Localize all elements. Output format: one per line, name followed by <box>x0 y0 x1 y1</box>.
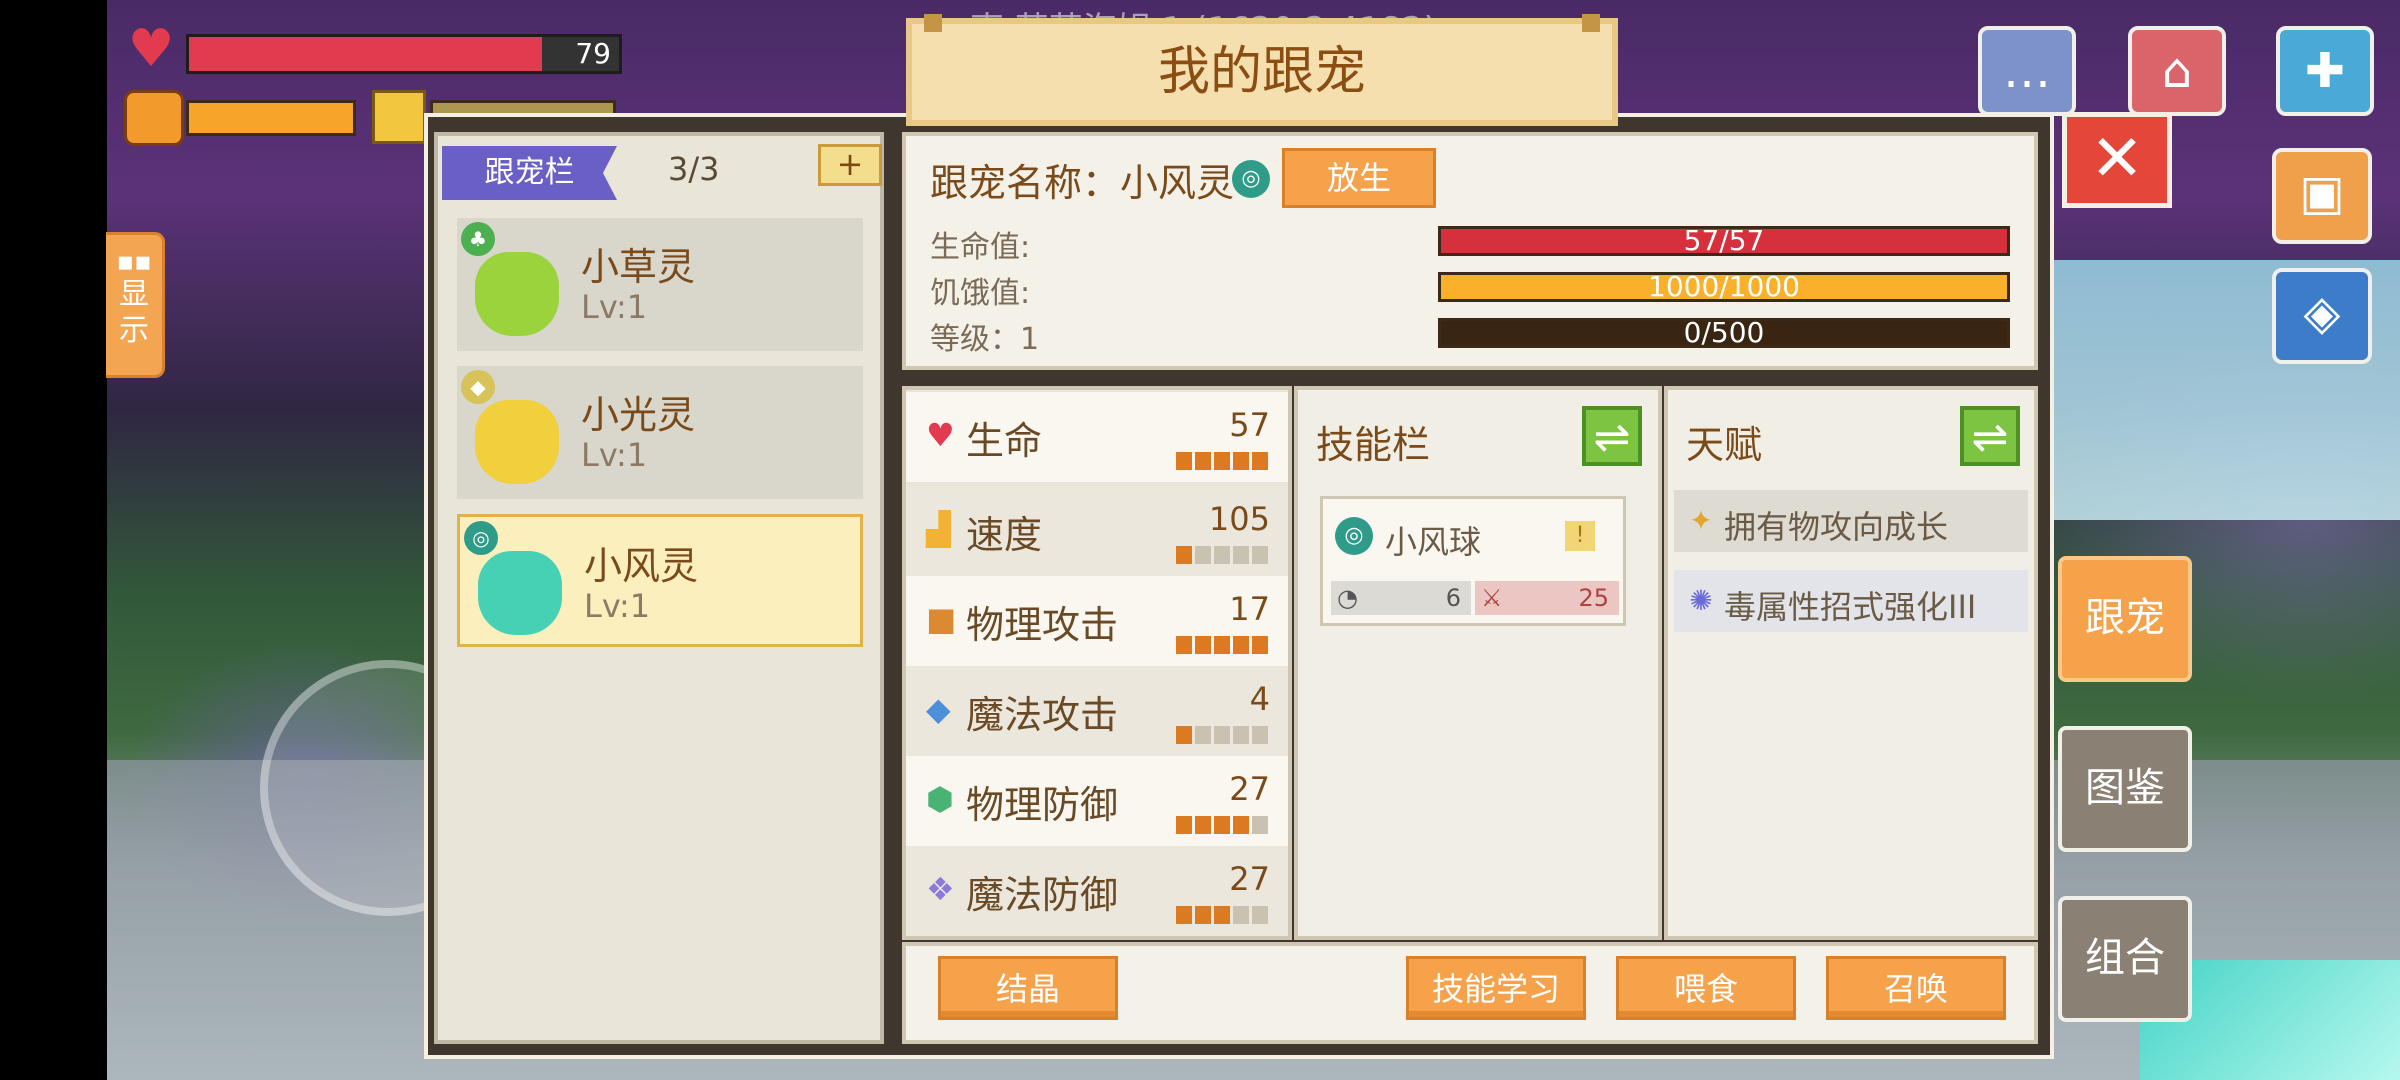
stat-row: ▟ 速度 105 <box>906 486 1288 576</box>
stat-row: ■ 物理攻击 17 <box>906 576 1288 666</box>
stat-pips <box>1176 816 1268 834</box>
pet-count: 3/3 <box>668 150 720 188</box>
chat-icon[interactable]: … <box>1978 26 2076 116</box>
talent-item[interactable]: ✦ 拥有物攻向成长 <box>1674 490 2028 552</box>
stat-row: ◆ 魔法攻击 4 <box>906 666 1288 756</box>
level-label: 等级：1 <box>930 322 1040 357</box>
wind-element-icon: ◎ <box>464 521 498 555</box>
heart-icon: ♥ <box>127 19 175 79</box>
pet-card-wind-selected[interactable]: ◎ 小风灵 Lv:1 <box>457 514 863 647</box>
close-button[interactable]: ✕ <box>2062 112 2172 208</box>
pet-name-label: 跟宠名称：小风灵 <box>930 161 1235 205</box>
pet-sprite <box>475 252 559 336</box>
shield-icon: ⬢ <box>926 780 954 818</box>
leaf-element-icon: ♣ <box>461 222 495 256</box>
hunger-bar <box>186 100 356 136</box>
wind-skill-icon: ◎ <box>1335 517 1373 555</box>
crystal-button[interactable]: 结晶 <box>938 956 1118 1020</box>
talent-item[interactable]: ✺ 毒属性招式强化III <box>1674 570 2028 632</box>
blocks-icon[interactable]: ▣ <box>2272 148 2372 244</box>
star-icon: ✦ <box>1689 504 1713 537</box>
summon-button[interactable]: 召唤 <box>1826 956 2006 1020</box>
wind-element-icon: ◎ <box>1232 160 1270 198</box>
talent-title: 天赋 <box>1686 423 1763 467</box>
pet-sprite <box>475 400 559 484</box>
health-value: 79 <box>575 37 611 70</box>
stat-pips <box>1176 546 1268 564</box>
hunger-icon <box>124 90 184 146</box>
shop-icon[interactable]: ⌂ <box>2128 26 2226 116</box>
skill-panel <box>1294 386 1662 940</box>
pet-hunger-bar: 1000/1000 <box>1438 272 2010 302</box>
pet-sprite <box>478 551 562 635</box>
pet-exp-bar: 0/500 <box>1438 318 2010 348</box>
magic-icon: ◆ <box>926 690 951 728</box>
add-slot-button[interactable]: + <box>818 144 882 186</box>
stat-pips <box>1176 452 1268 470</box>
panel-title: 我的跟宠 <box>906 14 1618 126</box>
hunger-label: 饥饿值: <box>930 276 1031 311</box>
heart-icon: ♥ <box>926 416 955 454</box>
clock-icon: ◔ <box>1337 584 1358 612</box>
alert-icon: ! <box>1565 521 1595 551</box>
plus-icon[interactable]: ✚ <box>2276 26 2374 116</box>
stat-row: ❖ 魔法防御 27 <box>906 846 1288 936</box>
magic-shield-icon: ❖ <box>926 870 955 908</box>
boot-icon: ▟ <box>926 510 951 548</box>
talent-swap-button[interactable]: ⇌ <box>1960 406 2020 466</box>
talent-panel <box>1664 386 2038 940</box>
hp-label: 生命值: <box>930 230 1031 265</box>
sword-icon: ⚔ <box>1481 584 1503 612</box>
health-bar: 79 <box>186 34 622 74</box>
pet-card-grass[interactable]: ♣ 小草灵 Lv:1 <box>457 218 863 351</box>
release-button[interactable]: 放生 <box>1282 148 1436 208</box>
stat-pips <box>1176 906 1268 924</box>
tab-codex[interactable]: 图鉴 <box>2058 726 2192 852</box>
pet-hp-bar: 57/57 <box>1438 226 2010 256</box>
tab-combo[interactable]: 组合 <box>2058 896 2192 1022</box>
pet-card-light[interactable]: ◆ 小光灵 Lv:1 <box>457 366 863 499</box>
skill-title: 技能栏 <box>1316 423 1431 467</box>
show-toggle-tab[interactable]: ▪▪ 显 示 <box>106 232 165 378</box>
bread-icon <box>372 90 426 144</box>
learn-skill-button[interactable]: 技能学习 <box>1406 956 1586 1020</box>
pet-list-header: 跟宠栏 <box>442 146 617 200</box>
light-element-icon: ◆ <box>461 370 495 404</box>
fist-icon: ■ <box>926 600 957 638</box>
cooldown-stat: ◔ 6 <box>1331 581 1471 615</box>
stat-pips <box>1176 636 1268 654</box>
stat-pips <box>1176 726 1268 744</box>
skill-swap-button[interactable]: ⇌ <box>1582 406 1642 466</box>
feed-button[interactable]: 喂食 <box>1616 956 1796 1020</box>
stat-row: ⬢ 物理防御 27 <box>906 756 1288 846</box>
tab-pet[interactable]: 跟宠 <box>2058 556 2192 682</box>
chat-bubble-icon: ▪▪ <box>116 247 152 277</box>
stat-row: ♥ 生命 57 <box>906 392 1288 482</box>
skill-card[interactable]: ◎ 小风球 ! ◔ 6 ⚔ 25 <box>1320 496 1626 626</box>
pet-shield-icon[interactable]: ◈ <box>2272 268 2372 364</box>
burst-icon: ✺ <box>1689 584 1713 617</box>
power-stat: ⚔ 25 <box>1475 581 1619 615</box>
